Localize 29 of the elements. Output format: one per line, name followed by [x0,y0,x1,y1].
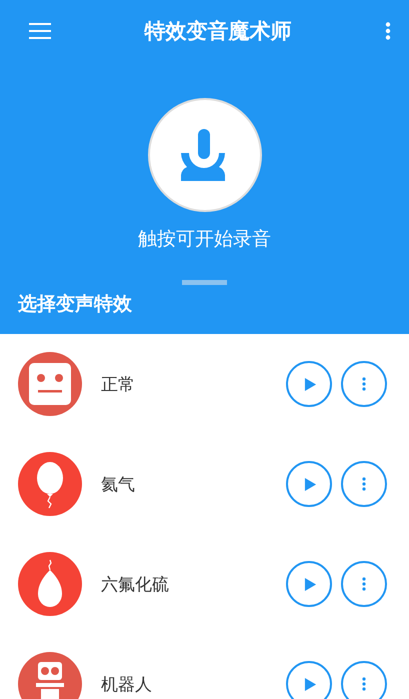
section-title: 选择变声特效 [18,292,132,317]
effect-name: 正常 [101,374,136,396]
balloon-icon [18,452,82,516]
more-icon [362,477,366,491]
play-button[interactable] [286,561,332,607]
play-button[interactable] [286,461,332,507]
record-hint: 触按可开始录音 [138,227,271,252]
play-icon [304,376,317,392]
effect-name: 氦气 [101,474,136,496]
face-icon [18,352,82,416]
more-icon [362,377,366,391]
app-title: 特效变音魔术师 [144,18,292,45]
play-icon [304,476,317,492]
more-button[interactable] [341,661,387,699]
effect-name: 机器人 [101,674,153,696]
effect-name: 六氟化硫 [101,574,170,596]
menu-icon[interactable] [29,23,51,39]
more-icon[interactable] [385,22,391,40]
drop-icon [18,552,82,616]
more-icon [362,577,366,591]
play-icon [304,676,317,692]
more-button[interactable] [341,461,387,507]
play-button[interactable] [286,661,332,699]
more-button[interactable] [341,361,387,407]
play-icon [304,576,317,592]
more-icon [362,677,366,691]
drag-handle[interactable] [182,280,227,285]
more-button[interactable] [341,561,387,607]
play-button[interactable] [286,361,332,407]
